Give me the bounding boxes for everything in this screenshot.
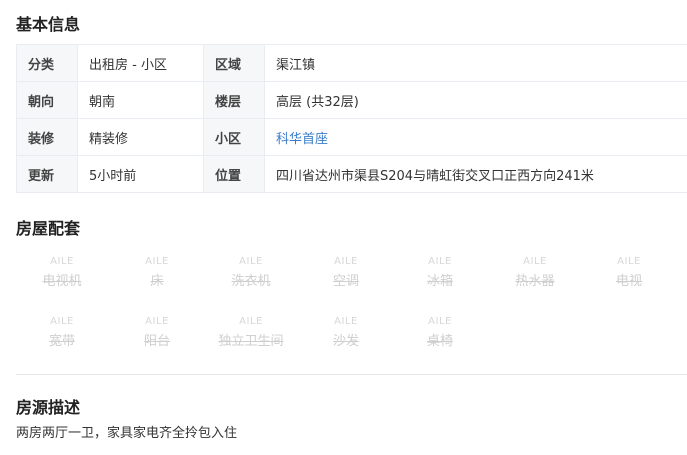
- listing-detail-panel: 基本信息 分类 出租房 - 小区 区域 渠江镇 朝向 朝南 楼层 高层 (共32…: [0, 0, 687, 455]
- basic-info-title: 基本信息: [16, 15, 81, 34]
- facility-water-heater: AILE 热水器: [490, 255, 580, 299]
- table-row: 分类 出租房 - 小区 区域 渠江镇: [16, 44, 687, 82]
- updated-value: 5小时前: [77, 155, 204, 193]
- washing-machine-icon: AILE: [239, 256, 263, 267]
- facility-private-bathroom: AILE 独立卫生间: [206, 315, 296, 359]
- facility-label: 床: [150, 274, 164, 289]
- orientation-value: 朝南: [77, 81, 204, 119]
- category-key: 分类: [16, 44, 78, 82]
- basic-info-table: 分类 出租房 - 小区 区域 渠江镇 朝向 朝南 楼层 高层 (共32层) 装修…: [16, 44, 687, 193]
- table-row: 装修 精装修 小区 科华首座: [16, 118, 687, 156]
- table-chairs-icon: AILE: [428, 316, 452, 327]
- bathroom-icon: AILE: [239, 316, 263, 327]
- floor-key: 楼层: [203, 81, 265, 119]
- balcony-icon: AILE: [145, 316, 169, 327]
- facility-label: 电视机: [42, 274, 82, 289]
- facility-label: 空调: [332, 274, 359, 289]
- facility-sofa: AILE 沙发: [301, 315, 391, 359]
- location-value: 四川省达州市渠县S204与晴虹街交叉口正西方向241米: [264, 155, 687, 193]
- description-text: 两房两厅一卫，家具家电齐全拎包入住: [16, 426, 238, 441]
- facility-label: 宽带: [48, 334, 75, 349]
- description-title: 房源描述: [16, 398, 81, 417]
- decoration-key: 装修: [16, 118, 78, 156]
- area-key: 区域: [203, 44, 265, 82]
- facility-television: AILE 电视: [584, 255, 674, 299]
- facility-fridge: AILE 冰箱: [395, 255, 485, 299]
- facility-broadband: AILE 宽带: [17, 315, 107, 359]
- water-heater-icon: AILE: [523, 256, 547, 267]
- community-key: 小区: [203, 118, 265, 156]
- orientation-key: 朝向: [16, 81, 78, 119]
- updated-key: 更新: [16, 155, 78, 193]
- bed-icon: AILE: [145, 256, 169, 267]
- facility-label: 沙发: [332, 334, 359, 349]
- facility-label: 冰箱: [426, 274, 453, 289]
- facility-label: 电视: [615, 274, 642, 289]
- decoration-value: 精装修: [77, 118, 204, 156]
- air-conditioner-icon: AILE: [334, 256, 358, 267]
- floor-value: 高层 (共32层): [264, 81, 687, 119]
- facilities-title: 房屋配套: [16, 219, 81, 238]
- sofa-icon: AILE: [334, 316, 358, 327]
- facility-label: 热水器: [515, 274, 555, 289]
- facility-label: 洗衣机: [231, 274, 271, 289]
- facility-bed: AILE 床: [112, 255, 202, 299]
- facility-balcony: AILE 阳台: [112, 315, 202, 359]
- table-row: 更新 5小时前 位置 四川省达州市渠县S204与晴虹街交叉口正西方向241米: [16, 155, 687, 193]
- fridge-icon: AILE: [428, 256, 452, 267]
- television-icon: AILE: [617, 256, 641, 267]
- location-key: 位置: [203, 155, 265, 193]
- tv-icon: AILE: [50, 256, 74, 267]
- facility-ac: AILE 空调: [301, 255, 391, 299]
- community-link[interactable]: 科华首座: [264, 118, 687, 156]
- area-value: 渠江镇: [264, 44, 687, 82]
- broadband-icon: AILE: [50, 316, 74, 327]
- facility-table-chairs: AILE 桌椅: [395, 315, 485, 359]
- category-value: 出租房 - 小区: [77, 44, 204, 82]
- facility-washer: AILE 洗衣机: [206, 255, 296, 299]
- facility-tv: AILE 电视机: [17, 255, 107, 299]
- table-row: 朝向 朝南 楼层 高层 (共32层): [16, 81, 687, 119]
- facility-label: 阳台: [143, 334, 170, 349]
- facility-label: 独立卫生间: [218, 334, 284, 349]
- facility-label: 桌椅: [426, 334, 453, 349]
- section-divider: [16, 374, 687, 375]
